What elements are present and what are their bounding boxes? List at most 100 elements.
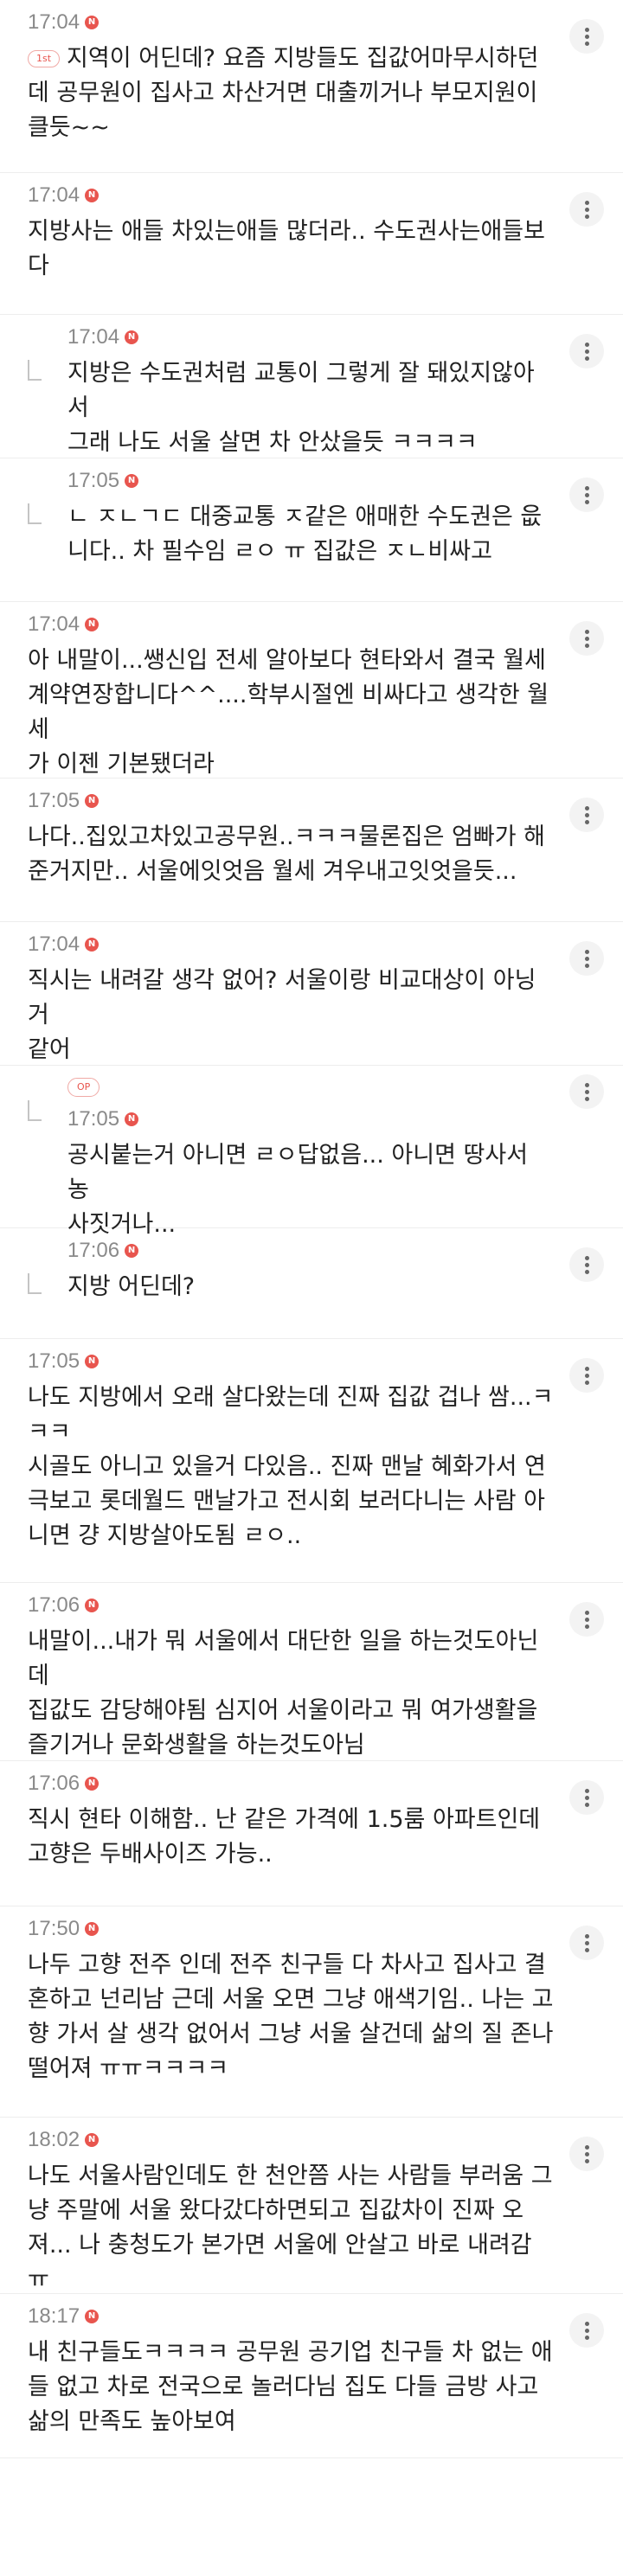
reply-comment: 17:05 N ㄴ ㅈㄴㄱㄷ 대중교통 ㅈ같은 애매한 수도권은 읎 니다.. 차…	[0, 469, 623, 602]
comment-line: 가 이젠 기본됐더라	[28, 751, 215, 778]
comment-text: 1st 지역이 어딘데? 요즘 지방들도 집값어마무시하던 데 공무원이 집사고 차…	[28, 42, 554, 145]
dot-icon	[584, 1610, 589, 1615]
comment-text: 나도 서울사람인데도 한 천안쯤 사는 사람들 부러움 그냥 주말에 서울 왔다…	[28, 2159, 554, 2297]
comment-line: 지방은 수도권처럼 교통이 그렇게 잘 돼있지않아서	[67, 360, 535, 421]
dot-icon	[584, 1933, 589, 1938]
comment-meta: 17:04 N	[28, 612, 554, 637]
comment-line: 클듯~~	[28, 114, 110, 141]
comment-time: 17:05	[28, 1349, 80, 1373]
comment-line: 집값도 감당해야됨 심지어 서울이라고 뭐 여가생활을	[28, 1697, 538, 1724]
comment-text: 직시 현타 이해함.. 난 같은 가격에 1.5룸 아파트인데 고향은 두배사이즈…	[28, 1803, 554, 1872]
dot-icon	[584, 2335, 589, 2340]
comment-line: 즐기거나 문화생활을 하는것도아님	[28, 1732, 365, 1759]
comment-line: 니다.. 차 필수임 ㄹㅇ ㅠ 집값은 ㅈㄴ비싸고	[67, 538, 492, 565]
more-options-button[interactable]	[569, 941, 604, 976]
more-options-button[interactable]	[569, 2137, 604, 2171]
comment-meta: 17:05 N	[67, 1107, 554, 1131]
comment-text: 아 내말이...쌩신입 전세 알아보다 현타와서 결국 월세 계약연장합니다^^.…	[28, 644, 554, 782]
more-options-button[interactable]	[569, 477, 604, 512]
comment-time: 17:04	[28, 10, 80, 34]
dot-icon	[584, 41, 589, 46]
more-options-button[interactable]	[569, 1358, 604, 1393]
comment-text: 나두 고향 전주 인데 전주 친구들 다 차사고 집사고 결 혼하고 넌리남 근데…	[28, 1948, 554, 2086]
op-badge: OP	[67, 1078, 100, 1097]
comment-line: 준거지만.. 서울에잇엇음 월세 겨우내고잇엇을듯...	[28, 858, 517, 885]
comment-item: 17:04 N 아 내말이...쌩신입 전세 알아보다 현타와서 결국 월세 계약…	[0, 612, 623, 779]
comment-time: 17:05	[28, 789, 80, 812]
more-options-button[interactable]	[569, 2313, 604, 2348]
comment-time: 17:04	[67, 325, 120, 349]
more-options-button[interactable]	[569, 1780, 604, 1815]
dot-icon	[584, 1255, 589, 1260]
dot-icon	[584, 349, 589, 354]
more-options-button[interactable]	[569, 1247, 604, 1282]
comment-line: ㅋㅋ	[28, 1419, 71, 1445]
comment-item: 17:04 N 직시는 내려갈 생각 없어? 서울이랑 비교대상이 아닝거 같어	[0, 932, 623, 1066]
comment-line: 삶의 만족도 높아보여	[28, 2408, 236, 2435]
comment-time: 17:05	[67, 1107, 120, 1131]
comment-line: 나도 서울사람인데도 한 천안쯤 사는 사람들 부러움 그	[28, 2163, 553, 2189]
comment-time: 18:02	[28, 2128, 80, 2151]
dot-icon	[584, 356, 589, 361]
dot-icon	[584, 27, 589, 32]
comment-item: 17:05 N 나다..집있고차있고공무원..ㅋㅋㅋ물론집은 엄빠가 해 준거지만…	[0, 789, 623, 922]
dot-icon	[584, 342, 589, 347]
dot-icon	[584, 643, 589, 648]
comment-text: 직시는 내려갈 생각 없어? 서울이랑 비교대상이 아닝거 같어	[28, 964, 554, 1067]
dot-icon	[584, 1617, 589, 1622]
more-options-button[interactable]	[569, 1926, 604, 1960]
dot-icon	[584, 200, 589, 205]
comment-meta: 17:04 N	[28, 932, 554, 957]
comment-time: 17:04	[28, 612, 80, 636]
comment-meta: 17:05 N	[28, 789, 554, 813]
comment-line: 나두 고향 전주 인데 전주 친구들 다 차사고 집사고 결	[28, 1951, 546, 1978]
new-badge: N	[85, 1777, 100, 1791]
comment-item: 18:17 N 내 친구들도ㅋㅋㅋㅋ 공무원 공기업 친구들 차 없는 애들 없…	[0, 2304, 623, 2458]
new-badge: N	[85, 1599, 100, 1612]
more-options-button[interactable]	[569, 1074, 604, 1109]
best-rank-badge: 1st	[28, 50, 61, 67]
dot-icon	[584, 956, 589, 961]
more-options-button[interactable]	[569, 621, 604, 656]
dot-icon	[584, 2151, 589, 2156]
comment-line: 그래 나도 서울 살면 차 안샀을듯 ㅋㅋㅋㅋ	[67, 429, 478, 456]
dot-icon	[584, 963, 589, 968]
reply-comment: OP 17:05 N 공시붙는거 아니면 ㄹㅇ답없음... 아니면 땅사서 농사…	[0, 1066, 623, 1238]
dot-icon	[584, 207, 589, 212]
new-badge: N	[85, 1922, 100, 1936]
comment-text: 지방 어딘데?	[67, 1270, 554, 1304]
dot-icon	[584, 2158, 589, 2163]
dot-icon	[584, 34, 589, 39]
dot-icon	[584, 485, 589, 490]
new-badge: N	[125, 474, 139, 488]
dot-icon	[584, 1940, 589, 1945]
new-badge: N	[85, 16, 100, 29]
dot-icon	[584, 499, 589, 504]
comment-time: 17:04	[28, 932, 80, 956]
comment-line: 극보고 롯데월드 맨날가고 전시회 보러다니는 사람 아	[28, 1488, 545, 1515]
comment-line: 향 가서 살 생각 없어서 그냥 서울 살건데 삶의 질 존나	[28, 2021, 554, 2047]
comment-item: 17:05 N 나도 지방에서 오래 살다왔는데 진짜 집값 겁나 쌈...ㅋㅋ…	[0, 1349, 623, 1583]
comment-time: 17:06	[67, 1239, 120, 1262]
comment-meta: 17:06 N	[28, 1772, 554, 1796]
more-options-button[interactable]	[569, 19, 604, 54]
more-options-button[interactable]	[569, 1602, 604, 1637]
new-badge: N	[125, 1112, 139, 1126]
comment-line: 직시 현타 이해함.. 난 같은 가격에 1.5룸 아파트인데	[28, 1806, 541, 1833]
comment-item: 17:50 N 나두 고향 전주 인데 전주 친구들 다 차사고 집사고 결 혼하…	[0, 1917, 623, 2118]
more-options-button[interactable]	[569, 192, 604, 227]
dot-icon	[584, 1082, 589, 1087]
dot-icon	[584, 819, 589, 824]
new-badge: N	[85, 2310, 100, 2323]
comment-text: 지방은 수도권처럼 교통이 그렇게 잘 돼있지않아서그래 나도 서울 살면 차 …	[67, 356, 554, 460]
new-badge: N	[85, 2133, 100, 2147]
dot-icon	[584, 812, 589, 817]
comment-line: 져... 나 충청도가 본가면 서울에 안살고 바로 내려감 ㅠ	[28, 2232, 532, 2293]
comment-meta: 17:05 N	[67, 469, 554, 493]
dot-icon	[584, 1795, 589, 1800]
more-options-button[interactable]	[569, 334, 604, 368]
reply-arrow-icon	[28, 360, 42, 381]
comment-text: ㄴ ㅈㄴㄱㄷ 대중교통 ㅈ같은 애매한 수도권은 읎 니다.. 차 필수임 ㄹㅇ …	[67, 500, 554, 569]
more-options-button[interactable]	[569, 798, 604, 832]
comment-text: 내말이...내가 뭐 서울에서 대단한 일을 하는것도아닌데 집값도 감당해야됨 …	[28, 1624, 554, 1763]
